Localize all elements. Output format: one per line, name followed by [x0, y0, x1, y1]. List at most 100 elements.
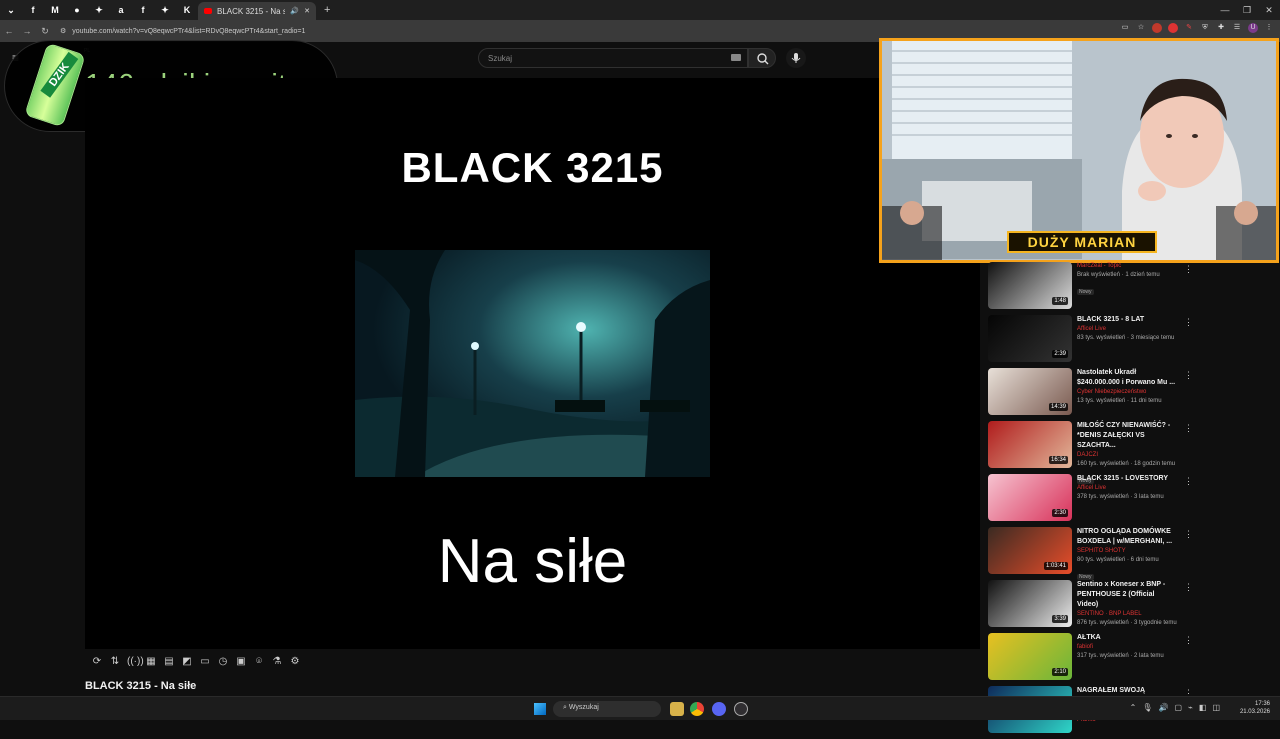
- tray-icon[interactable]: ◫: [1212, 703, 1220, 712]
- recommendation-channel[interactable]: MarcZeal - Topic: [1077, 262, 1177, 271]
- cast-icon[interactable]: ▭: [1120, 23, 1130, 33]
- recommendation-channel[interactable]: fabiofi: [1077, 643, 1177, 652]
- recommendation-title[interactable]: MIŁOŚĆ CZY NIENAWIŚĆ? - *DENIS ZAŁĘCKI V…: [1077, 421, 1177, 451]
- search-button[interactable]: [748, 48, 776, 68]
- tray-icon[interactable]: 🔊: [1159, 703, 1169, 712]
- recommendation-channel[interactable]: SEPHITO SHOTY: [1077, 547, 1177, 556]
- recommendation-channel[interactable]: SENTINO · BNP LABEL: [1077, 610, 1177, 619]
- player-control-button[interactable]: ▦: [145, 656, 157, 668]
- recommendation-thumbnail[interactable]: 3:39: [988, 580, 1072, 627]
- recommendation-thumbnail[interactable]: 2:39: [988, 315, 1072, 362]
- speaker-icon[interactable]: 🔊: [290, 7, 299, 15]
- recommendation-title[interactable]: Nastolatek Ukradł $240.000.000 i Porwano…: [1077, 368, 1177, 388]
- pinned-tab[interactable]: M: [44, 0, 66, 20]
- reload-icon[interactable]: ↻: [36, 26, 54, 37]
- player-control-button[interactable]: ((·)): [127, 656, 144, 668]
- extension-shield-icon[interactable]: ⛨: [1200, 23, 1210, 33]
- extension-abp-icon[interactable]: [1168, 23, 1178, 33]
- taskbar-search[interactable]: ⌕ Wyszukaj: [553, 701, 661, 717]
- profile-avatar-icon[interactable]: U: [1248, 23, 1258, 33]
- maximize-button[interactable]: ❐: [1236, 0, 1258, 20]
- extension-pen-icon[interactable]: ✎: [1184, 23, 1194, 33]
- url-field[interactable]: ⚙ youtube.com/watch?v=vQ8eqwcPTr4&list=R…: [60, 23, 1060, 39]
- recommendation-title[interactable]: AŁTKA: [1077, 633, 1177, 643]
- pinned-tab[interactable]: f: [22, 0, 44, 20]
- recommendation-item[interactable]: 1:03:41 NITRO OGLĄDA DOMÓWKE BOXDELA | w/…: [988, 527, 1193, 580]
- tray-icon[interactable]: ⌁: [1188, 703, 1193, 712]
- pinned-tab[interactable]: ⌄: [0, 0, 22, 20]
- tab-active-youtube[interactable]: BLACK 3215 - Na siłe - You 🔊 ✕: [198, 2, 316, 20]
- tray-icon[interactable]: ⌃: [1130, 703, 1137, 712]
- pinned-tab[interactable]: ●: [66, 0, 88, 20]
- player-control-button[interactable]: ⚙: [289, 656, 301, 668]
- discord-icon[interactable]: [712, 702, 726, 716]
- recommendation-thumbnail[interactable]: 1:03:41: [988, 527, 1072, 574]
- player-control-button[interactable]: ▭: [199, 656, 211, 668]
- recommendation-channel[interactable]: Afficel Live: [1077, 484, 1177, 493]
- forward-arrow-icon[interactable]: →: [18, 26, 36, 36]
- voice-search-button[interactable]: [786, 48, 806, 68]
- pinned-tab[interactable]: ✦: [154, 0, 176, 20]
- recommendation-title[interactable]: BLACK 3215 - LOVESTORY: [1077, 474, 1177, 484]
- clock[interactable]: 17:36 21.03.2026: [1240, 700, 1270, 716]
- recommendation-item[interactable]: 2:30 BLACK 3215 - LOVESTORY Afficel Live 37…: [988, 474, 1193, 526]
- extension-puzzle-icon[interactable]: ✚: [1216, 23, 1226, 33]
- player-control-button[interactable]: ⌾: [253, 656, 265, 668]
- pinned-tab[interactable]: K: [176, 0, 198, 20]
- recommendation-item[interactable]: 14:39 Nastolatek Ukradł $240.000.000 i Po…: [988, 368, 1193, 420]
- more-options-icon[interactable]: ⋮: [1184, 264, 1193, 275]
- tray-icon[interactable]: ▢: [1174, 703, 1182, 712]
- more-options-icon[interactable]: ⋮: [1184, 529, 1193, 540]
- recommendation-thumbnail[interactable]: 1:48: [988, 262, 1072, 309]
- more-options-icon[interactable]: ⋮: [1184, 476, 1193, 487]
- more-options-icon[interactable]: ⋮: [1184, 317, 1193, 328]
- more-options-icon[interactable]: ⋮: [1184, 582, 1193, 593]
- tray-icon[interactable]: ◧: [1199, 703, 1207, 712]
- windows-start-button[interactable]: [534, 703, 546, 715]
- more-options-icon[interactable]: ⋮: [1184, 423, 1193, 434]
- recommendation-item[interactable]: 3:39 Sentino x Koneser x BNP - PENTHOUSE …: [988, 580, 1193, 632]
- back-arrow-icon[interactable]: ←: [0, 26, 18, 36]
- more-options-icon[interactable]: ⋮: [1184, 370, 1193, 381]
- pinned-tab[interactable]: f: [132, 0, 154, 20]
- keyboard-icon[interactable]: [731, 54, 741, 61]
- player-control-button[interactable]: ⟳: [91, 656, 103, 668]
- tab-search-icon[interactable]: ☰: [1232, 23, 1242, 33]
- tray-icon[interactable]: 🎙: [1142, 703, 1152, 712]
- player-control-button[interactable]: ▤: [163, 656, 175, 668]
- recommendation-title[interactable]: Sentino x Koneser x BNP - PENTHOUSE 2 (O…: [1077, 580, 1177, 610]
- extension-red-icon[interactable]: [1152, 23, 1162, 33]
- file-explorer-icon[interactable]: [670, 702, 684, 716]
- recommendation-channel[interactable]: Cyber Niebezpieczeństwo: [1077, 388, 1177, 397]
- bookmark-star-icon[interactable]: ☆: [1136, 23, 1146, 33]
- recommendation-item[interactable]: 1:48 MarcZeal - Topic Brak wyświetleń · 1 …: [988, 262, 1193, 314]
- recommendation-thumbnail[interactable]: 2:10: [988, 633, 1072, 680]
- recommendation-item[interactable]: 16:34 MIŁOŚĆ CZY NIENAWIŚĆ? - *DENIS ZAŁĘ…: [988, 421, 1193, 484]
- close-tab-icon[interactable]: ✕: [304, 7, 310, 15]
- video-player[interactable]: BLACK 3215 Na siłe: [85, 78, 980, 649]
- recommendation-thumbnail[interactable]: 16:34: [988, 421, 1072, 468]
- recommendation-item[interactable]: 2:10 AŁTKA fabiofi 317 tys. wyświetleń · 2 …: [988, 633, 1193, 685]
- player-control-button[interactable]: ⇅: [109, 656, 121, 668]
- recommendation-title[interactable]: NITRO OGLĄDA DOMÓWKE BOXDELA | w/MERGHAN…: [1077, 527, 1177, 547]
- pinned-tab[interactable]: ✦: [88, 0, 110, 20]
- chrome-icon[interactable]: [690, 702, 704, 716]
- recommendation-item[interactable]: 2:39 BLACK 3215 - 8 LAT Afficel Live 83 tys…: [988, 315, 1193, 367]
- search-input[interactable]: Szukaj: [478, 48, 748, 68]
- obs-icon[interactable]: [734, 702, 748, 716]
- recommendation-channel[interactable]: Afficel Live: [1077, 325, 1177, 334]
- recommendation-title[interactable]: BLACK 3215 - 8 LAT: [1077, 315, 1177, 325]
- player-control-button[interactable]: ⚗: [271, 656, 283, 668]
- more-options-icon[interactable]: ⋮: [1184, 635, 1193, 646]
- recommendation-thumbnail[interactable]: 14:39: [988, 368, 1072, 415]
- player-control-button[interactable]: ◷: [217, 656, 229, 668]
- recommendation-thumbnail[interactable]: 2:30: [988, 474, 1072, 521]
- recommendation-channel[interactable]: DAJCZI: [1077, 451, 1177, 460]
- new-tab-button[interactable]: +: [316, 4, 338, 16]
- player-control-button[interactable]: ▣: [235, 656, 247, 668]
- pinned-tab[interactable]: a: [110, 0, 132, 20]
- minimize-button[interactable]: —: [1214, 0, 1236, 20]
- player-control-button[interactable]: ◩: [181, 656, 193, 668]
- browser-menu-icon[interactable]: ⋮: [1264, 23, 1274, 33]
- site-info-icon[interactable]: ⚙: [60, 27, 66, 35]
